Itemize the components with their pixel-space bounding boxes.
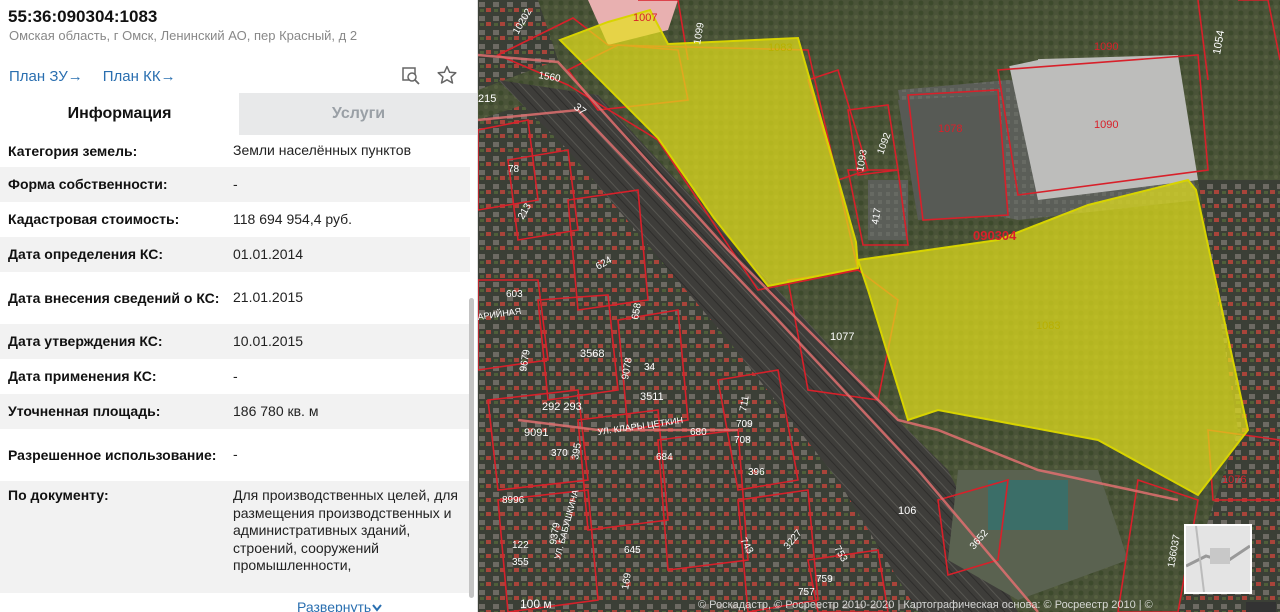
minimap-icon [1185, 525, 1251, 593]
row-label: Кадастровая стоимость: [8, 211, 180, 227]
table-row: Форма собственности: - [0, 167, 470, 202]
attribute-table: Категория земель: Земли населённых пункто… [0, 135, 470, 593]
table-row: Дата утверждения КС: 10.01.2015 [0, 324, 470, 359]
row-label: Форма собственности: [8, 176, 168, 192]
row-label: Дата определения КС: [8, 246, 164, 262]
label-708: 708 [734, 435, 751, 446]
row-label: Дата применения КС: [8, 368, 157, 384]
label-78: 78 [508, 164, 520, 175]
minimap-toggle[interactable] [1184, 524, 1252, 594]
table-row: Дата внесения сведений о КС: 21.01.2015 [0, 272, 470, 324]
label-680: 680 [690, 427, 707, 438]
row-label: Уточненная площадь: [8, 403, 161, 419]
row-value: 118 694 954,4 руб. [233, 210, 353, 227]
expand-link[interactable]: Развернуть [297, 599, 383, 612]
row-value: Земли населённых пунктов [233, 142, 412, 159]
row-value: 186 780 кв. м [233, 402, 319, 419]
label-757: 757 [798, 587, 815, 598]
info-panel: 55:36:090304:1083 Омская область, г Омск… [0, 0, 478, 612]
label-603: 603 [506, 289, 523, 300]
search-map-icon[interactable] [401, 65, 421, 85]
map-corner-button[interactable] [1246, 602, 1276, 612]
panel-tabs: Информация Услуги [0, 93, 477, 135]
label-370: 370 [551, 448, 568, 459]
arrow-right-icon: → [160, 68, 176, 85]
chevron-down-icon [372, 604, 382, 612]
row-value: 01.01.2014 [233, 245, 304, 262]
label-1076: 1076 [1222, 474, 1246, 486]
arrow-right-icon: → [67, 68, 83, 85]
panel-scrollbar[interactable] [469, 298, 474, 598]
label-709: 709 [736, 419, 753, 430]
label-1077: 1077 [830, 331, 854, 343]
panel-tools [401, 65, 457, 85]
parcel-address: Омская область, г Омск, Ленинский АО, пе… [9, 28, 358, 43]
label-8996: 8996 [502, 495, 525, 506]
map-view[interactable]: 1083 1083 090304 1007 1090 1090 1054 107… [478, 0, 1280, 612]
label-396: 396 [748, 467, 765, 478]
row-value: Для производственных целей, для размещен… [233, 487, 458, 573]
row-value: 10.01.2015 [233, 332, 304, 349]
label-1007: 1007 [633, 12, 657, 24]
map-copyright: © Роскадастр, © Росреестр 2010-2020 | Ка… [698, 599, 1153, 611]
label-355: 355 [512, 557, 529, 568]
label-759: 759 [816, 574, 833, 585]
table-row: По документу: Для производственных целей,… [0, 481, 470, 593]
table-row: Разрешенное использование: - [0, 429, 470, 481]
label-1090b: 1090 [1094, 119, 1118, 131]
table-row: Кадастровая стоимость: 118 694 954,4 руб. [0, 202, 470, 237]
map-canvas[interactable]: 1083 1083 090304 1007 1090 1090 1054 107… [478, 0, 1280, 612]
table-row: Дата определения КС: 01.01.2014 [0, 237, 470, 272]
tab-info[interactable]: Информация [0, 93, 239, 135]
label-9091: 9091 [524, 427, 548, 439]
table-row: Уточненная площадь: 186 780 кв. м [0, 394, 470, 429]
row-value: - [233, 367, 238, 384]
table-row: Дата применения КС: - [0, 359, 470, 394]
row-label: Дата утверждения КС: [8, 333, 163, 349]
label-684: 684 [656, 452, 673, 463]
row-label: Разрешенное использование: [8, 446, 217, 463]
label-quarter: 090304 [973, 228, 1017, 243]
plan-kk-label: План КК [102, 68, 161, 85]
label-645: 645 [624, 545, 641, 556]
label-122: 122 [512, 540, 529, 551]
label-1078: 1078 [938, 123, 962, 135]
label-main2: 1083 [1036, 320, 1060, 332]
label-292: 292 293 [542, 401, 582, 413]
plan-zu-link[interactable]: План ЗУ→ [9, 68, 83, 85]
row-label: По документу: [8, 487, 109, 503]
label-215: 215 [478, 93, 496, 105]
star-icon[interactable] [437, 65, 457, 85]
label-main: 1083 [768, 42, 792, 54]
label-3568: 3568 [580, 348, 604, 360]
tab-services[interactable]: Услуги [239, 93, 477, 135]
row-value: 21.01.2015 [233, 289, 304, 306]
plan-links: План ЗУ→ План КК→ [9, 68, 176, 85]
plan-kk-link[interactable]: План КК→ [103, 68, 176, 85]
plan-zu-label: План ЗУ [9, 68, 68, 85]
label-3511: 3511 [640, 391, 664, 403]
label-1090a: 1090 [1094, 41, 1118, 53]
row-value: - [233, 446, 238, 463]
label-34: 34 [644, 362, 656, 373]
parcel-number: 55:36:090304:1083 [8, 7, 158, 26]
row-label: Дата внесения сведений о КС: [8, 289, 220, 306]
label-106: 106 [898, 505, 916, 517]
table-row: Категория земель: Земли населённых пункто… [0, 135, 470, 167]
row-value: - [233, 175, 238, 192]
scale-label: 100 м [520, 597, 552, 611]
row-label: Категория земель: [8, 142, 138, 159]
expand-label: Развернуть [297, 599, 372, 612]
